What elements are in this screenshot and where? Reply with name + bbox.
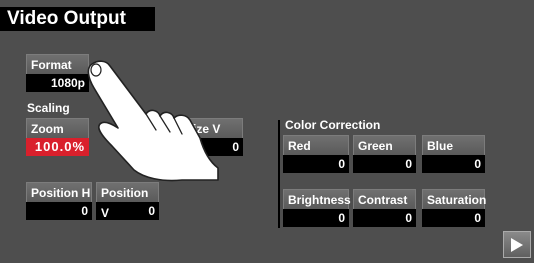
green-value: 0 <box>353 155 416 173</box>
scaling-section-label: Scaling <box>27 101 70 115</box>
blue-parameter[interactable]: Blue 0 <box>422 135 485 173</box>
position-h-parameter[interactable]: Position H 0 <box>26 182 92 220</box>
brightness-parameter[interactable]: Brightness 0 <box>283 189 351 227</box>
zoom-parameter[interactable]: Zoom 100.0% <box>26 118 89 156</box>
hand-pointer-icon <box>87 60 219 182</box>
position-v-label: Position V <box>96 182 159 220</box>
green-label: Green <box>353 135 416 155</box>
green-parameter[interactable]: Green 0 <box>353 135 416 173</box>
brightness-value: 0 <box>283 209 349 227</box>
contrast-label: Contrast <box>353 189 416 209</box>
format-value: 1080p <box>26 74 89 92</box>
format-label: Format <box>26 54 89 74</box>
red-value: 0 <box>283 155 349 173</box>
contrast-value: 0 <box>353 209 416 227</box>
panel-title: Video Output <box>0 7 155 31</box>
position-v-parameter[interactable]: Position V 0 <box>96 182 159 220</box>
saturation-value: 0 <box>422 209 485 227</box>
position-h-value: 0 <box>26 202 92 220</box>
contrast-parameter[interactable]: Contrast 0 <box>353 189 416 227</box>
video-output-panel: Video Output Format 1080p Scaling Zoom 1… <box>0 0 534 263</box>
saturation-parameter[interactable]: Saturation 0 <box>422 189 486 227</box>
brightness-label: Brightness <box>283 189 351 209</box>
format-parameter[interactable]: Format 1080p <box>26 54 89 92</box>
next-page-button[interactable] <box>503 231 531 258</box>
blue-label: Blue <box>422 135 485 155</box>
red-label: Red <box>283 135 349 155</box>
red-parameter[interactable]: Red 0 <box>283 135 349 173</box>
saturation-label: Saturation <box>422 189 486 209</box>
play-triangle-icon <box>511 237 523 252</box>
position-h-label: Position H <box>26 182 92 202</box>
blue-value: 0 <box>422 155 485 173</box>
section-divider <box>278 120 280 228</box>
zoom-value: 100.0% <box>26 138 89 156</box>
zoom-label: Zoom <box>26 118 89 138</box>
color-correction-section-label: Color Correction <box>285 118 381 132</box>
